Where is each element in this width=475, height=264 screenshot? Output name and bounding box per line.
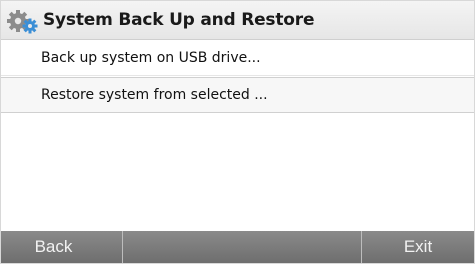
menu-item-restore-selected[interactable]: Restore system from selected ... — [1, 77, 474, 113]
window-title: System Back Up and Restore — [43, 10, 315, 30]
exit-button[interactable]: Exit — [362, 231, 474, 263]
back-button[interactable]: Back — [1, 231, 123, 263]
title-bar: System Back Up and Restore — [1, 1, 474, 40]
backup-restore-screen: System Back Up and Restore Back up syste… — [0, 0, 475, 264]
footer-empty-slot — [123, 231, 362, 263]
footer-bar: Back Exit — [1, 231, 474, 263]
menu-item-backup-usb[interactable]: Back up system on USB drive... — [1, 40, 474, 76]
menu-item-label: Restore system from selected ... — [41, 87, 268, 103]
gears-icon — [5, 5, 39, 35]
menu-item-label: Back up system on USB drive... — [41, 49, 261, 66]
